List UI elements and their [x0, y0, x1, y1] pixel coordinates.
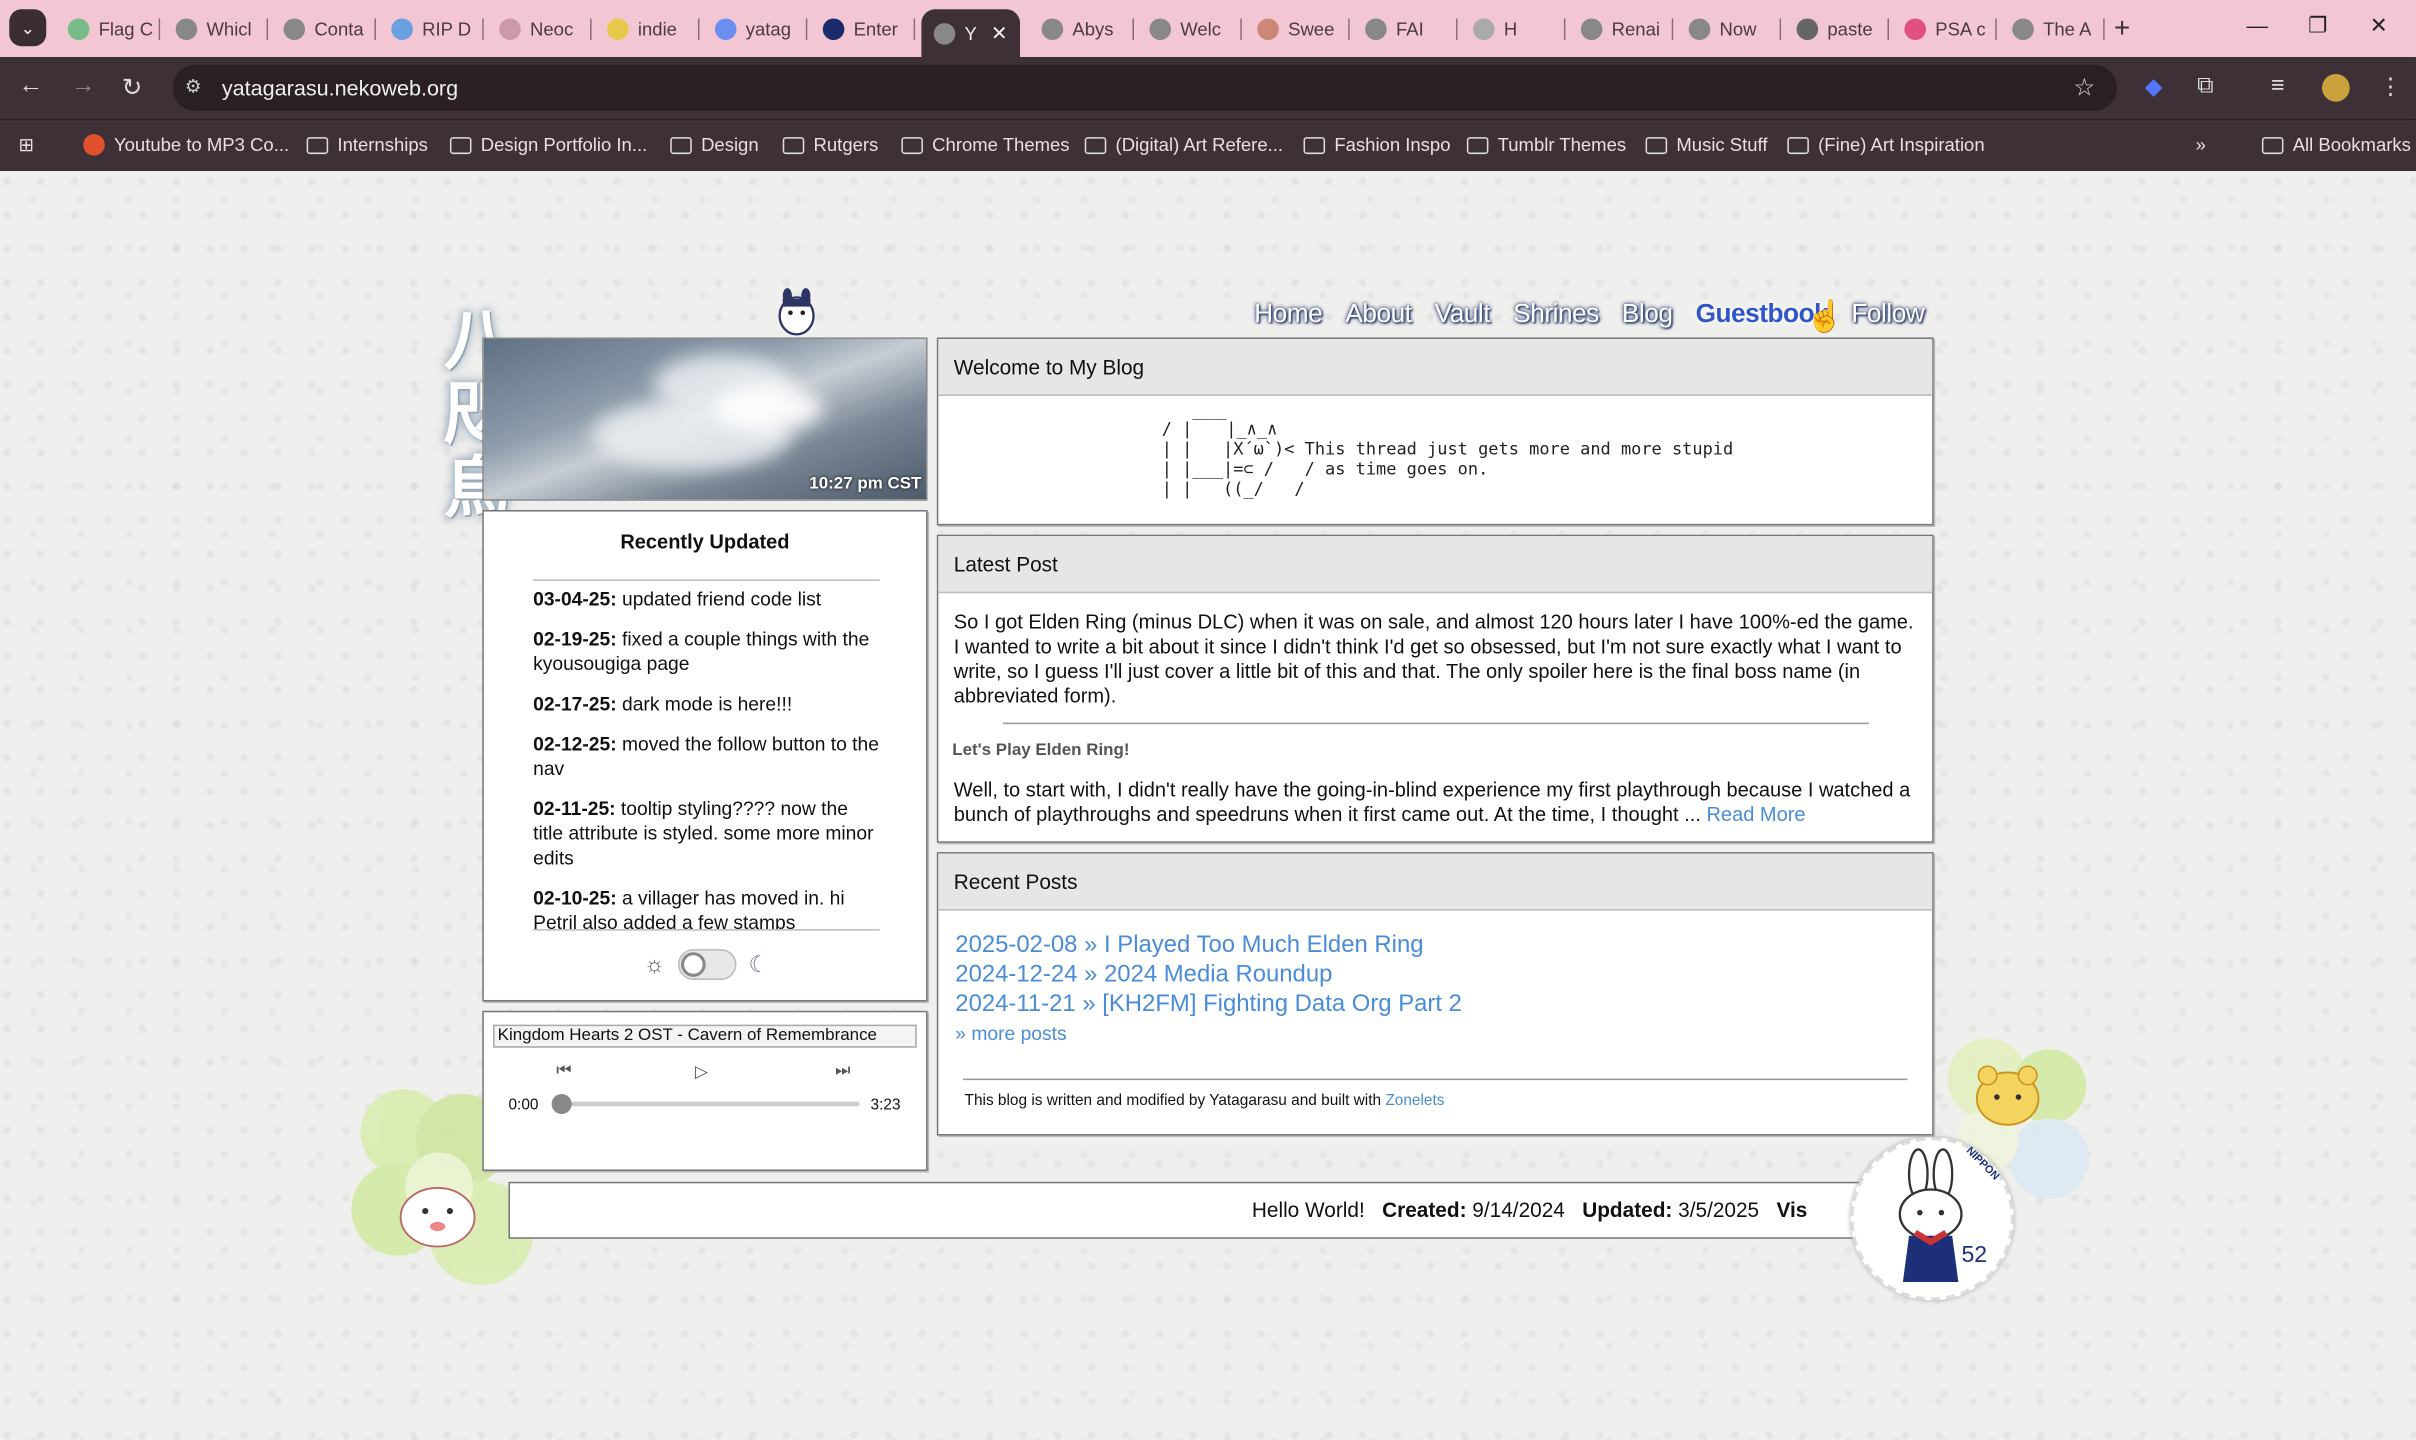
updated-date: 3/5/2025	[1678, 1198, 1760, 1222]
latest-post-title: Latest Post	[938, 536, 1933, 594]
mascot-icon	[778, 288, 815, 336]
update-item: 02-17-25: dark mode is here!!!	[533, 693, 793, 715]
latest-post-body: Well, to start with, I didn't really hav…	[953, 778, 1911, 826]
stamp-value: 52	[1961, 1241, 1988, 1269]
play-icon[interactable]: ▷	[695, 1062, 708, 1081]
recently-updated-title: Recently Updated	[620, 530, 790, 554]
read-more-link[interactable]: Read More	[1706, 803, 1805, 826]
screen: ⌄ Flag C Whicl Conta RIP D Neoc indie yatag Ent…	[0, 0, 2416, 1440]
welcome-panel: Welcome to My Blog / |￣￣|_∧_∧ | | |X´ω`)<…	[936, 337, 1934, 526]
recently-updated-box: Recently Updated 03-04-25: updated frien…	[482, 510, 928, 1002]
update-item: 02-10-25: a villager has moved in. hi Pe…	[533, 887, 845, 931]
footer-hello: Hello World!	[1251, 1198, 1365, 1222]
visitors-label: Vis	[1776, 1198, 1808, 1222]
nav-shrines[interactable]: Shrines	[1513, 299, 1599, 330]
nav-blog[interactable]: Blog	[1622, 299, 1673, 330]
blog-credit: This blog is written and modified by Yat…	[964, 1092, 1445, 1110]
seek-bar[interactable]	[551, 1093, 860, 1114]
latest-post-panel: Latest Post So I got Elden Ring (minus D…	[936, 534, 1934, 843]
current-time: 0:00	[508, 1097, 539, 1114]
dark-mode-switch[interactable]	[677, 949, 737, 980]
recent-post-link[interactable]: 2024-11-21 » [KH2FM] Fighting Data Org P…	[955, 989, 1462, 1018]
next-track-icon[interactable]: ⏭	[835, 1062, 850, 1082]
latest-post-subtitle: Let's Play Elden Ring!	[952, 741, 1130, 760]
moon-icon: ☾	[748, 952, 770, 979]
miffy-stamp: NIPPON 52	[1850, 1137, 2014, 1301]
track-title: Kingdom Hearts 2 OST - Cavern of Remembr…	[493, 1024, 917, 1048]
recent-post-link[interactable]: 2024-12-24 » 2024 Media Roundup	[955, 960, 1462, 989]
recently-updated-list[interactable]: 03-04-25: updated friend code list 02-19-…	[533, 579, 880, 931]
update-item: 02-11-25: tooltip styling???? now the ti…	[533, 798, 874, 870]
pointer-cursor-icon: ☝	[1805, 300, 1845, 335]
theme-toggle[interactable]: ☼ ☾	[644, 949, 769, 980]
duration: 3:23	[870, 1097, 901, 1114]
recent-posts-panel: Recent Posts 2025-02-08 » I Played Too M…	[936, 852, 1934, 1136]
hamster-sticker-left	[399, 1187, 476, 1248]
bear-sticker-right	[1975, 1065, 2040, 1126]
update-item: 02-19-25: fixed a couple things with the…	[533, 628, 870, 675]
nav-about[interactable]: About	[1345, 299, 1412, 330]
previous-track-icon[interactable]: ⏮	[556, 1062, 571, 1082]
header-sky-image: 10:27 pm CST	[482, 337, 928, 501]
recent-post-link[interactable]: 2025-02-08 » I Played Too Much Elden Rin…	[955, 931, 1462, 960]
update-item: 03-04-25: updated friend code list	[533, 588, 822, 611]
music-player: Kingdom Hearts 2 OST - Cavern of Remembr…	[482, 1010, 928, 1172]
site-footer: Hello World! Created: 9/14/2024 Updated:…	[508, 1181, 1865, 1239]
recent-posts-list: 2025-02-08 » I Played Too Much Elden Rin…	[955, 931, 1462, 1019]
created-date: 9/14/2024	[1472, 1198, 1565, 1222]
latest-post-intro: So I got Elden Ring (minus DLC) when it …	[953, 610, 1914, 708]
sun-icon: ☼	[644, 951, 666, 978]
more-posts-link[interactable]: » more posts	[955, 1023, 1066, 1045]
nav-vault[interactable]: Vault	[1435, 299, 1491, 330]
divider	[1003, 722, 1869, 725]
welcome-title: Welcome to My Blog	[938, 338, 1933, 396]
update-item: 02-12-25: moved the follow button to the…	[533, 733, 879, 780]
nav-follow[interactable]: Follow	[1851, 299, 1924, 330]
recent-posts-title: Recent Posts	[938, 853, 1933, 911]
zonelets-link[interactable]: Zonelets	[1385, 1092, 1444, 1109]
seek-handle[interactable]	[551, 1093, 572, 1114]
nav-home[interactable]: Home	[1254, 299, 1322, 330]
divider	[963, 1078, 1908, 1081]
local-time: 10:27 pm CST	[809, 474, 922, 494]
ascii-art: / |￣￣|_∧_∧ | | |X´ω`)< This thread just g…	[1161, 419, 1734, 500]
